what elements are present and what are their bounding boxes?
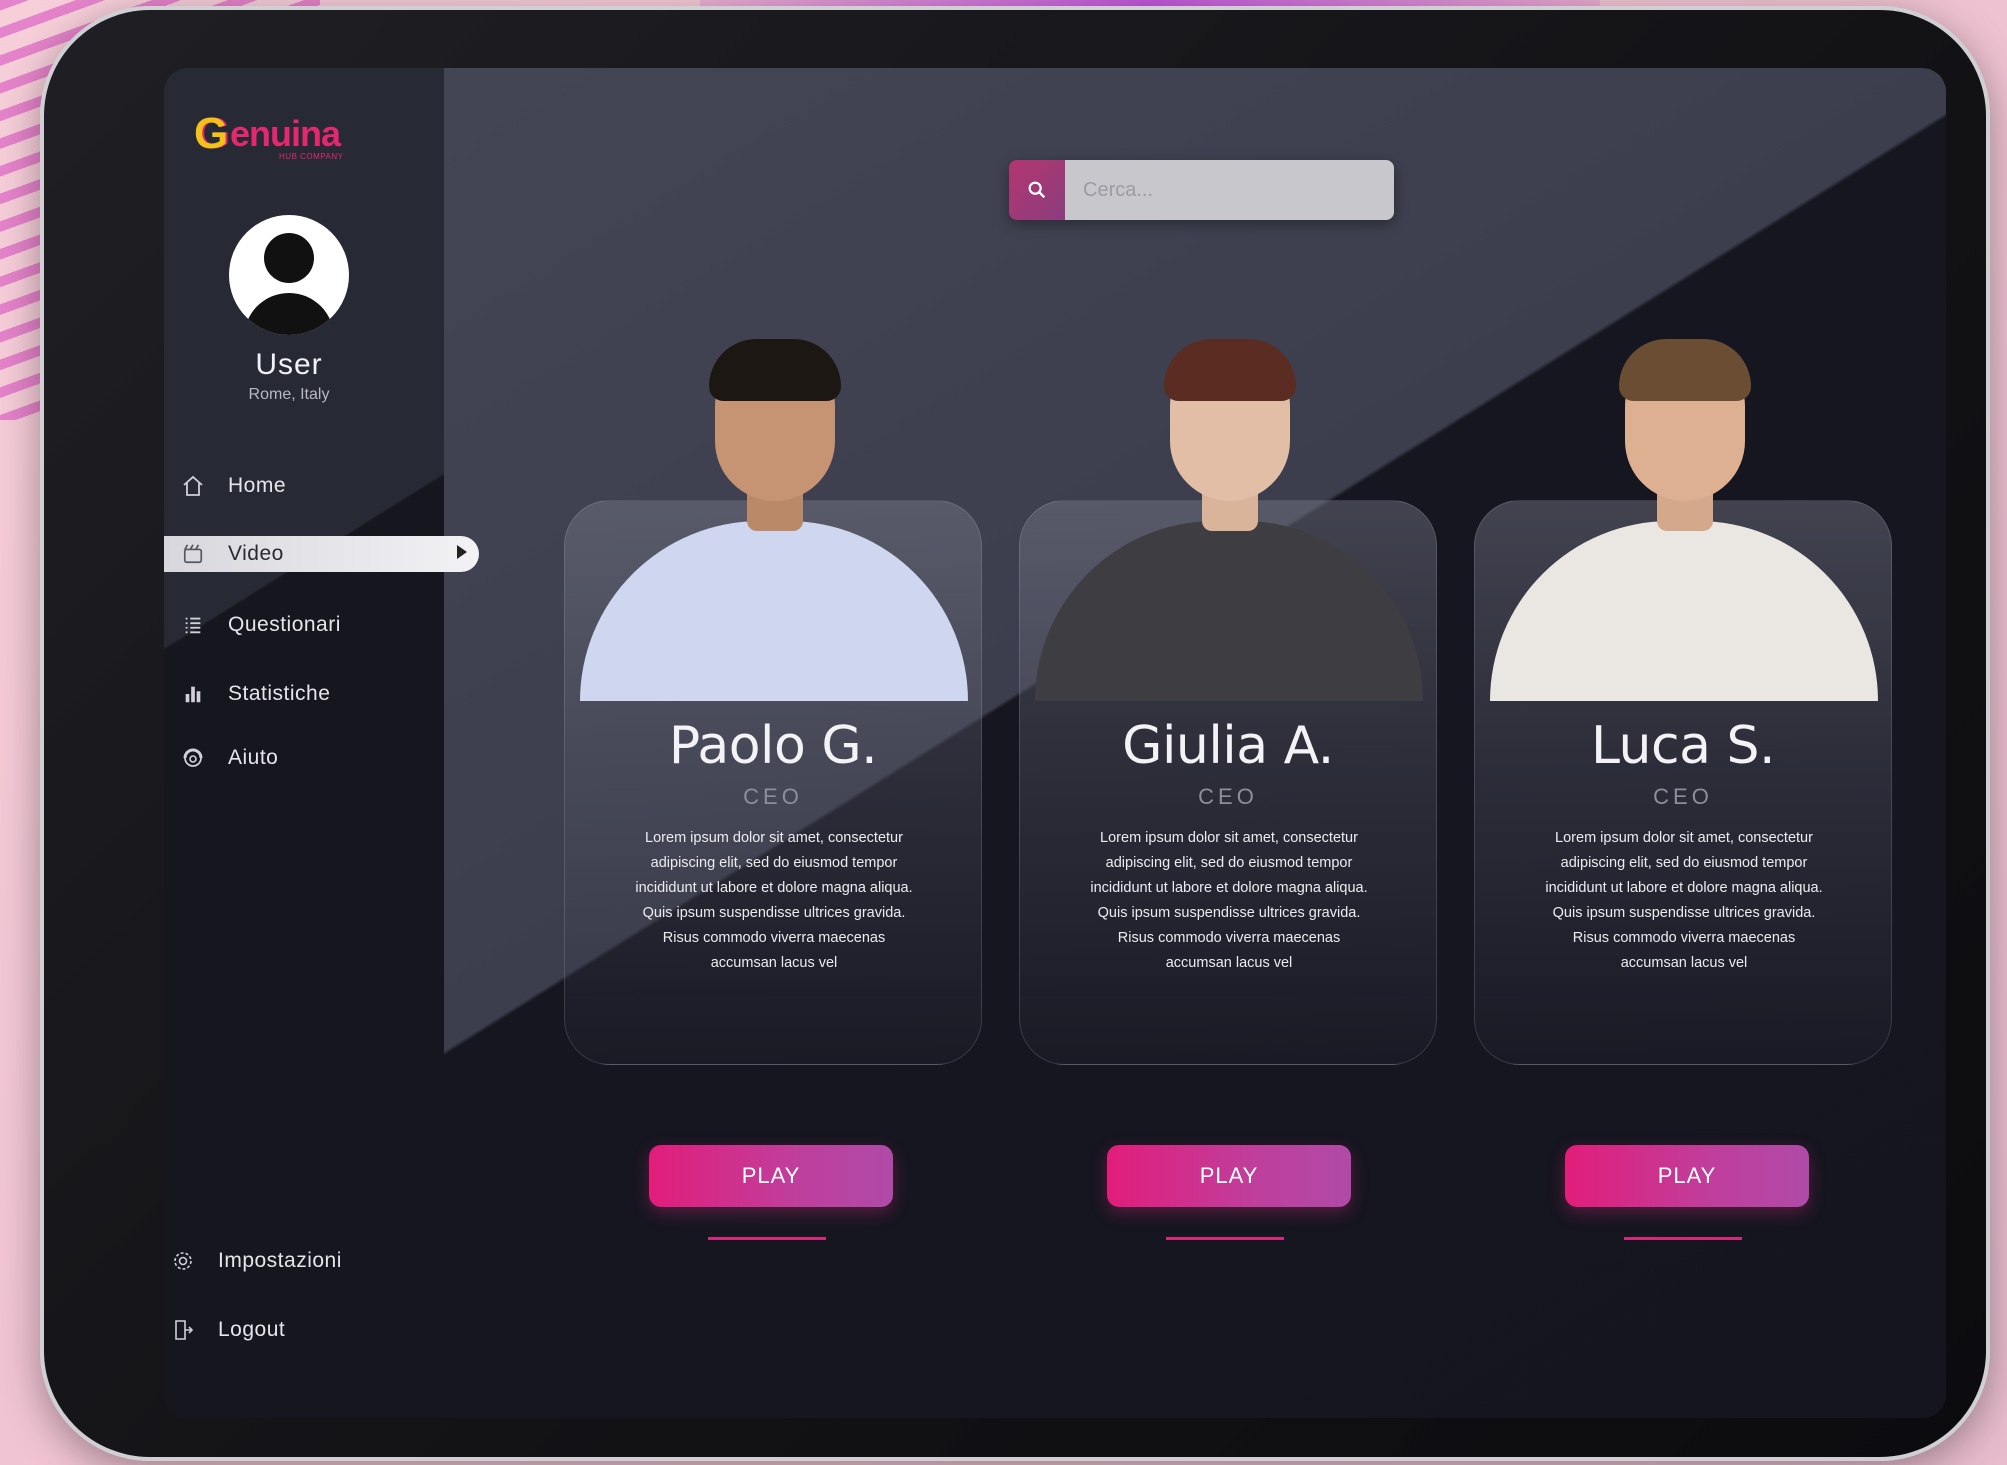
sidebar-item-label: Questionari [228,613,341,636]
play-button-paolo[interactable]: PLAY [649,1145,893,1207]
list-icon [180,612,206,638]
person-role: CEO [1653,784,1713,809]
help-icon [180,745,206,771]
sidebar-item-questionari[interactable]: Questionari [180,605,341,645]
sidebar-item-statistiche[interactable]: Statistiche [180,674,330,714]
search-input[interactable] [1065,160,1394,220]
logo-subtitle: HUB COMPANY [279,152,344,161]
search-button[interactable] [1009,160,1065,220]
video-icon [180,541,206,567]
sidebar-item-impostazioni[interactable]: Impostazioni [170,1241,342,1281]
jacket-shape [1035,521,1423,701]
hair-shape [709,339,841,401]
play-underline [1166,1237,1284,1240]
sidebar-item-label: Home [228,474,287,497]
person-description: Lorem ipsum dolor sit amet, consectetur … [1090,830,1368,971]
gear-icon [170,1248,196,1274]
avatar-body-icon [244,293,334,335]
sidebar-item-label: Aiuto [228,746,279,769]
person-name: Luca S. [1590,716,1776,776]
genuina-logo[interactable]: G enuina HUB COMPANY [194,112,374,172]
person-card-giulia: Giulia A. CEO Lorem ipsum dolor sit amet… [1019,339,1437,1065]
logout-icon [170,1317,196,1343]
avatar-head-icon [264,233,314,283]
sidebar-item-label: Logout [218,1318,286,1341]
person-card-luca: Luca S. CEO Lorem ipsum dolor sit amet, … [1474,339,1892,1065]
person-description: Lorem ipsum dolor sit amet, consectetur … [635,830,913,971]
play-underline [1624,1237,1742,1240]
user-name: User [255,348,323,381]
search-bar [1009,160,1394,220]
person-name: Giulia A. [1122,716,1334,776]
sidebar-item-logout[interactable]: Logout [170,1310,285,1350]
play-button-giulia[interactable]: PLAY [1107,1145,1351,1207]
sidebar-item-video[interactable]: Video [164,536,479,572]
sidebar: G enuina HUB COMPANY User Rome, Italy Ho… [164,68,479,1418]
play-button-luca[interactable]: PLAY [1565,1145,1809,1207]
play-underline [708,1237,826,1240]
sidebar-item-label: Impostazioni [218,1249,342,1272]
hair-shape [1164,339,1296,401]
person-photo [1030,321,1428,701]
person-photo [575,321,973,701]
logo-text: enuina [230,113,341,154]
logo-letter: G [194,109,229,158]
app-screen: G enuina HUB COMPANY User Rome, Italy Ho… [164,68,1946,1418]
sidebar-item-aiuto[interactable]: Aiuto [180,738,278,778]
arrow-right-icon [457,545,467,559]
chart-icon [180,681,206,707]
person-role: CEO [743,784,803,809]
person-card-paolo: Paolo G. CEO Lorem ipsum dolor sit amet,… [564,339,982,1065]
shirt-shape [580,521,968,701]
search-icon [1028,181,1046,199]
avatar[interactable] [229,215,349,335]
sidebar-item-home[interactable]: Home [180,466,286,506]
sidebar-item-label: Video [228,542,284,565]
user-location: Rome, Italy [248,386,330,403]
home-icon [180,473,206,499]
hair-shape [1619,339,1751,401]
person-name: Paolo G. [668,716,878,776]
person-photo [1485,321,1883,701]
person-role: CEO [1198,784,1258,809]
person-description: Lorem ipsum dolor sit amet, consectetur … [1545,830,1823,971]
tshirt-shape [1490,521,1878,701]
sidebar-item-label: Statistiche [228,682,331,705]
tablet-frame: G enuina HUB COMPANY User Rome, Italy Ho… [40,6,1990,1461]
